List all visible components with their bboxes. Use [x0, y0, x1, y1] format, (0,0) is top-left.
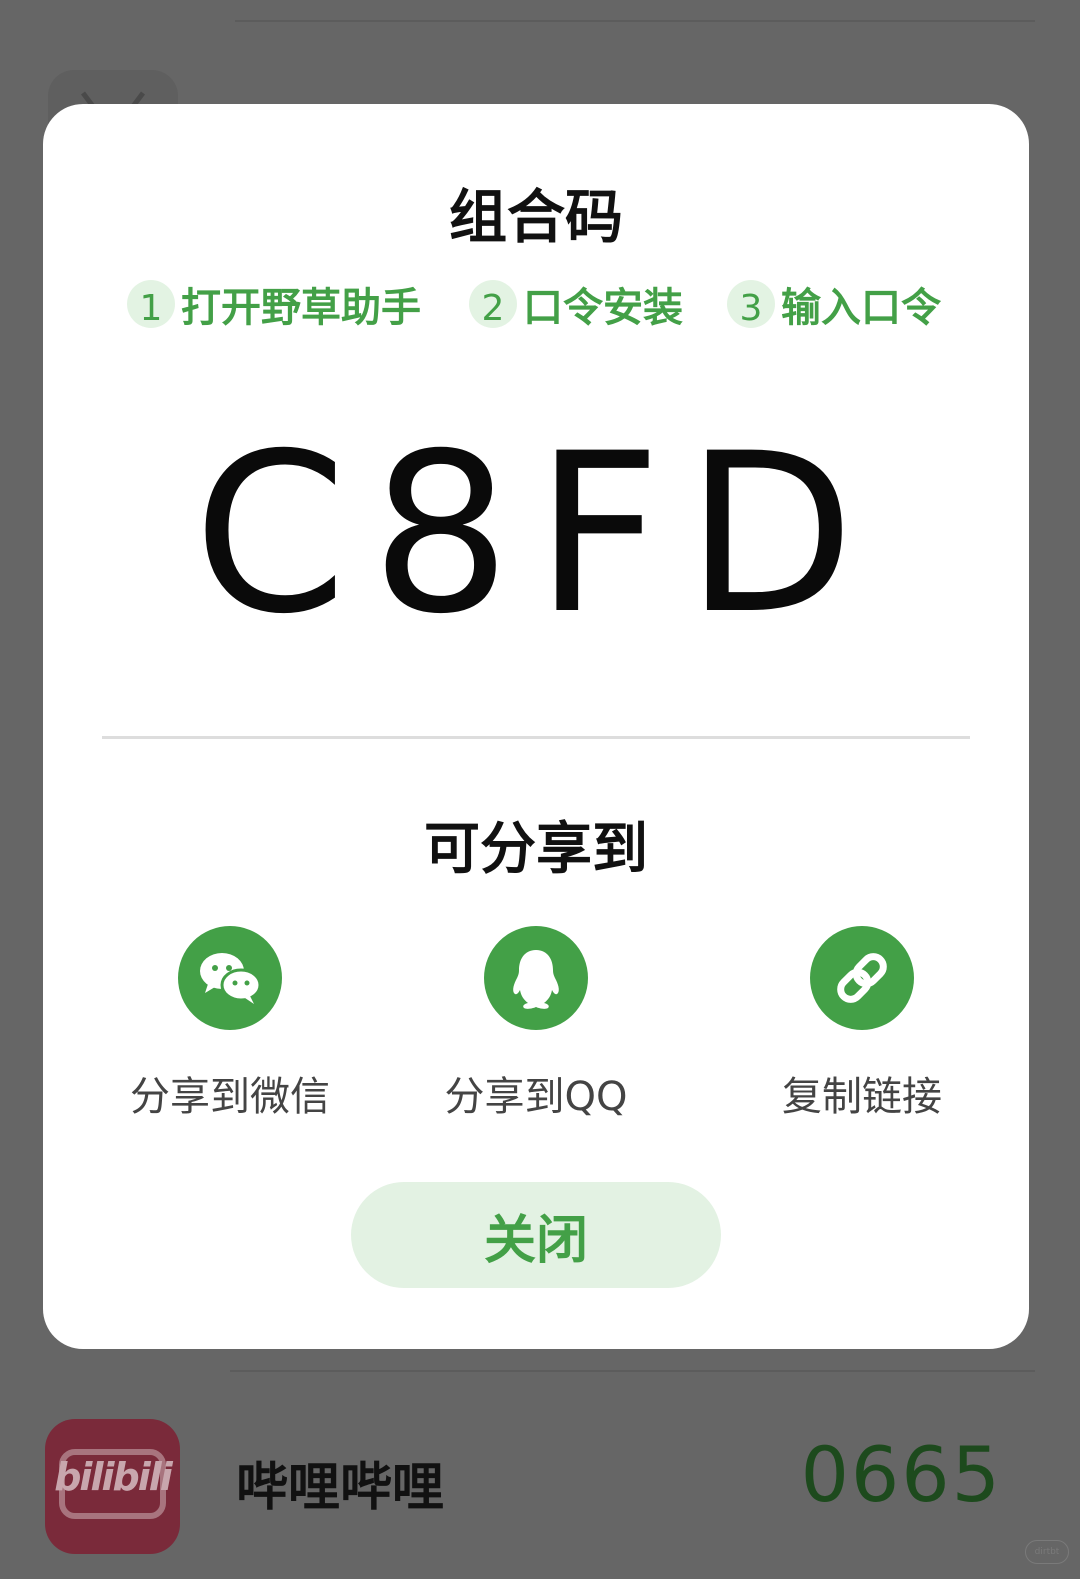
step-label: 口令安装	[523, 285, 683, 331]
share-to-qq-button[interactable]: 分享到QQ	[406, 926, 666, 1126]
background-divider	[230, 1370, 1035, 1372]
copy-link-button[interactable]: 复制链接	[732, 926, 992, 1126]
divider	[102, 736, 970, 739]
share-to-wechat-button[interactable]: 分享到微信	[100, 926, 360, 1126]
step-number-badge: 2	[469, 280, 517, 329]
step-label: 打开野草助手	[181, 285, 421, 331]
watermark: dirtbt	[1025, 1540, 1069, 1564]
close-button[interactable]: 关闭	[351, 1182, 721, 1288]
step-label: 输入口令	[781, 285, 941, 331]
background-list-row: bilibili 哔哩哔哩 0665	[0, 1400, 1080, 1560]
bilibili-logo-text: bilibili	[54, 1455, 173, 1499]
background-divider	[235, 20, 1035, 22]
share-option-label: 分享到微信	[130, 1074, 330, 1120]
step-number-badge: 3	[727, 280, 775, 329]
combination-code: C8FD	[193, 406, 879, 662]
step-number-badge: 1	[127, 280, 175, 329]
steps-row: 1 打开野草助手 2 口令安装 3 输入口令	[43, 274, 1029, 334]
step-item: 1 打开野草助手	[127, 274, 421, 334]
combination-code-dialog: 组合码 1 打开野草助手 2 口令安装 3 输入口令 C8FD 可分享到 分享到…	[43, 104, 1029, 1349]
background-app-code: 0665	[800, 1430, 1002, 1519]
dialog-title: 组合码	[448, 183, 623, 251]
share-option-label: 复制链接	[782, 1074, 942, 1120]
bilibili-app-icon: bilibili	[45, 1419, 180, 1554]
link-icon[interactable]	[810, 926, 914, 1030]
share-section-title: 可分享到	[424, 817, 648, 882]
qq-penguin-icon[interactable]	[484, 926, 588, 1030]
wechat-icon[interactable]	[178, 926, 282, 1030]
step-item: 2 口令安装	[469, 274, 683, 334]
background-app-name: 哔哩哔哩	[236, 1458, 445, 1518]
share-option-label: 分享到QQ	[444, 1074, 628, 1120]
step-item: 3 输入口令	[727, 274, 941, 334]
